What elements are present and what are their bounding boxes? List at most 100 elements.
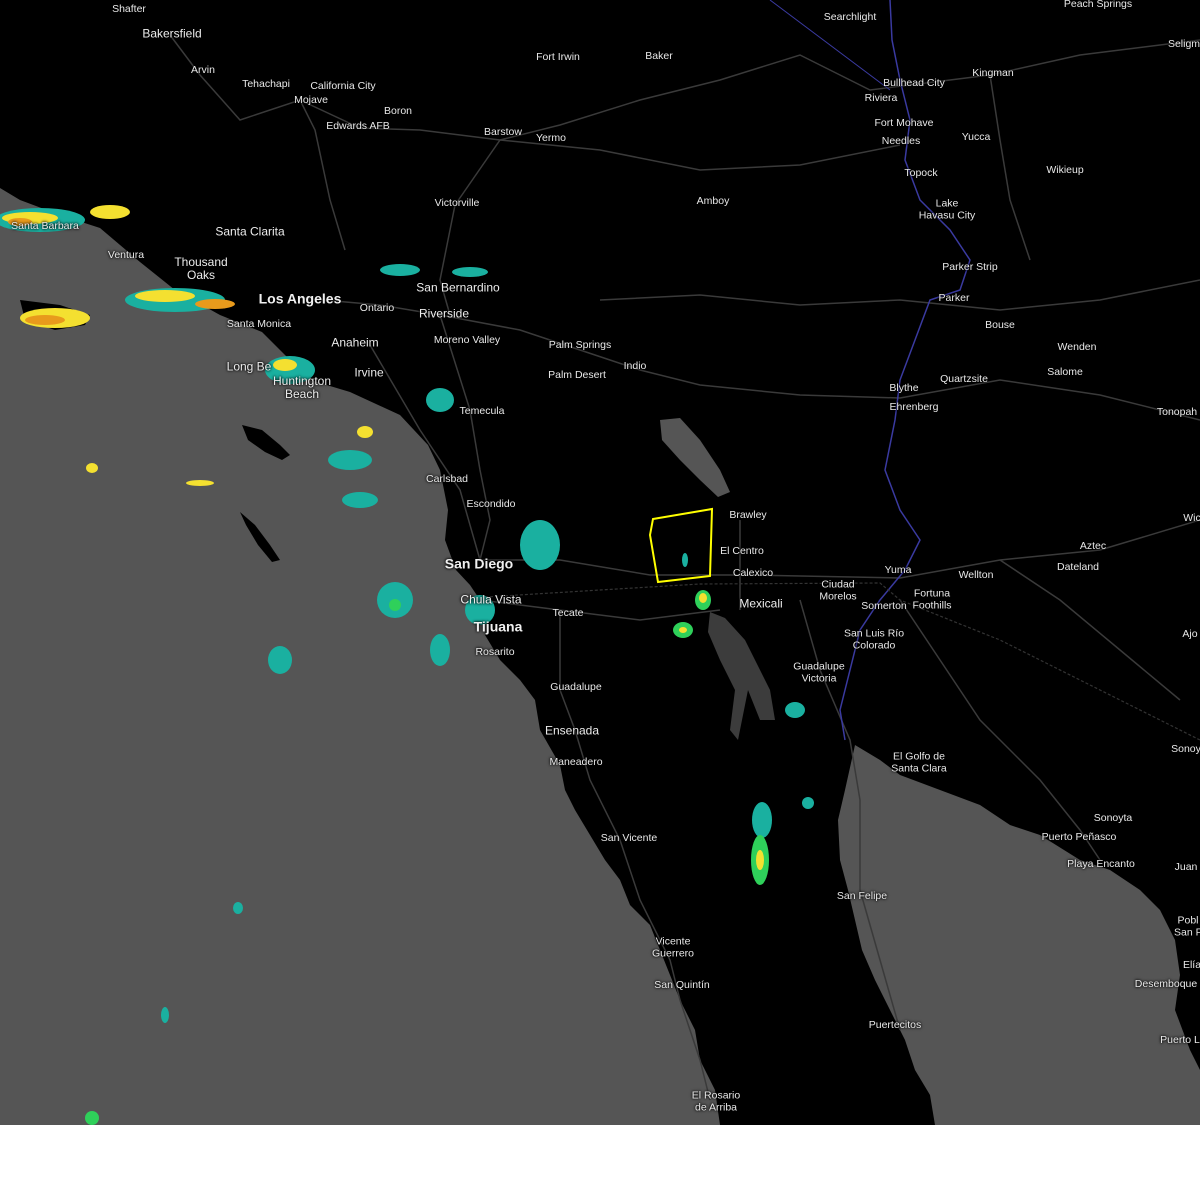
city-label-aztec: Aztec (1079, 540, 1107, 553)
city-label-guadalupe: Guadalupe (550, 681, 602, 694)
city-label-san-quintin: San Quintín (654, 979, 710, 992)
radar-echo (699, 593, 707, 603)
city-label-ajo: Ajo (1182, 628, 1198, 641)
city-label-san-bernardino: San Bernardino (416, 280, 500, 295)
warning-polygon (648, 507, 714, 584)
city-label-el-centro: El Centro (720, 545, 764, 558)
city-label-bullhead-city: Bullhead City (883, 77, 945, 90)
radar-echo (186, 480, 214, 486)
radar-echo (679, 627, 687, 633)
salton-sea (660, 418, 730, 497)
radar-echo (357, 426, 373, 438)
city-label-poblado: Pobl San F (1173, 914, 1200, 938)
city-label-brawley: Brawley (729, 509, 767, 522)
city-label-seligman: Seligm (1167, 38, 1200, 51)
city-label-san-vicente: San Vicente (600, 832, 658, 845)
city-label-escondido: Escondido (466, 498, 516, 511)
city-label-tehachapi: Tehachapi (242, 78, 290, 91)
city-label-amboy: Amboy (696, 195, 730, 208)
radar-echo (85, 1111, 99, 1125)
city-label-dateland: Dateland (1056, 561, 1100, 574)
city-label-moreno-valley: Moreno Valley (433, 334, 501, 347)
radar-echo (785, 702, 805, 718)
radar-echo (233, 902, 243, 914)
city-label-palm-desert: Palm Desert (548, 369, 606, 382)
city-label-california-city: California City (310, 80, 376, 93)
city-label-juan: Juan (1174, 861, 1198, 874)
radar-echo (268, 646, 292, 674)
city-label-ventura: Ventura (107, 249, 145, 262)
city-label-barstow: Barstow (484, 126, 522, 139)
city-label-wenden: Wenden (1057, 341, 1097, 354)
city-label-tijuana: Tijuana (473, 618, 523, 635)
radar-echo (430, 634, 450, 666)
city-label-wickenburg: Wic (1183, 512, 1200, 525)
city-label-lake-havasu-city: Lake Havasu City (918, 197, 976, 221)
city-label-peach-springs: Peach Springs (1063, 0, 1133, 11)
city-label-playa-encanto: Playa Encanto (1067, 858, 1135, 871)
radar-echo (86, 463, 98, 473)
radar-echo (452, 267, 488, 277)
city-label-ensenada: Ensenada (544, 723, 600, 738)
city-label-mojave: Mojave (294, 94, 328, 107)
city-label-somerton: Somerton (861, 600, 907, 613)
radar-echo (682, 553, 688, 567)
city-label-arvin: Arvin (191, 64, 215, 77)
city-label-parker: Parker (938, 292, 970, 305)
city-label-searchlight: Searchlight (823, 11, 877, 24)
city-label-huntington-beach: Huntington Beach (272, 373, 332, 401)
city-label-kingman: Kingman (972, 67, 1014, 80)
radar-echo (802, 797, 814, 809)
city-label-quartzsite: Quartzsite (940, 373, 988, 386)
city-label-san-felipe: San Felipe (836, 890, 888, 903)
radar-echo (161, 1007, 169, 1023)
city-label-parker-strip: Parker Strip (942, 261, 998, 274)
city-label-fort-mohave: Fort Mohave (874, 117, 934, 130)
city-label-los-angeles: Los Angeles (258, 290, 342, 307)
radar-echo (380, 264, 420, 276)
city-label-yermo: Yermo (536, 132, 566, 145)
city-label-ontario: Ontario (359, 302, 395, 315)
gulf-of-california (838, 745, 1200, 1125)
city-label-tecate: Tecate (552, 607, 584, 620)
city-label-vicente-guerrero: Vicente Guerrero (651, 935, 695, 959)
radar-echo (135, 290, 195, 302)
city-label-topock: Topock (904, 167, 938, 180)
city-label-maneadero: Maneadero (549, 756, 603, 769)
radar-echo (25, 315, 65, 325)
radar-echo (195, 299, 235, 309)
city-label-tonopah: Tonopah (1156, 406, 1198, 419)
city-label-desemboque: Desemboque (1134, 978, 1198, 991)
city-label-el-golfo: El Golfo de Santa Clara (891, 750, 947, 774)
city-label-carlsbad: Carlsbad (425, 473, 469, 486)
city-label-anaheim: Anaheim (331, 335, 379, 350)
city-label-riverside: Riverside (418, 306, 470, 321)
city-label-blythe: Blythe (889, 382, 919, 395)
city-label-santa-clarita: Santa Clarita (215, 224, 285, 239)
city-label-wikieup: Wikieup (1046, 164, 1084, 177)
city-label-sonoyta: Sonoyta (1093, 812, 1133, 825)
radar-echo (90, 205, 130, 219)
radar-echo (520, 520, 560, 570)
city-label-ehrenberg: Ehrenberg (889, 401, 939, 414)
city-label-el-rosario: El Rosario de Arriba (691, 1089, 741, 1113)
city-label-salome: Salome (1047, 366, 1083, 379)
city-label-victorville: Victorville (434, 197, 480, 210)
city-label-shafter: Shafter (112, 3, 146, 16)
city-label-ciudad-morelos: Ciudad Morelos (819, 578, 857, 602)
radar-echo (756, 850, 764, 870)
laguna-salada (708, 612, 775, 740)
radar-map[interactable]: Shafter Bakersfield Arvin Tehachapi Californ… (0, 0, 1200, 1125)
city-label-baker: Baker (645, 50, 673, 63)
city-label-riviera: Riviera (864, 92, 898, 105)
footer-blank (0, 1125, 1200, 1200)
radar-echo (328, 450, 372, 470)
city-label-chula-vista: Chula Vista (460, 592, 522, 607)
city-label-puertecitos: Puertecitos (868, 1019, 922, 1032)
city-label-puerto-penasco: Puerto Peñasco (1041, 831, 1117, 844)
city-label-bouse: Bouse (985, 319, 1015, 332)
city-label-fortuna-foothills: Fortuna Foothills (912, 587, 952, 611)
city-label-rosarito: Rosarito (475, 646, 515, 659)
city-label-calexico: Calexico (732, 567, 774, 580)
radar-echo (342, 492, 378, 508)
